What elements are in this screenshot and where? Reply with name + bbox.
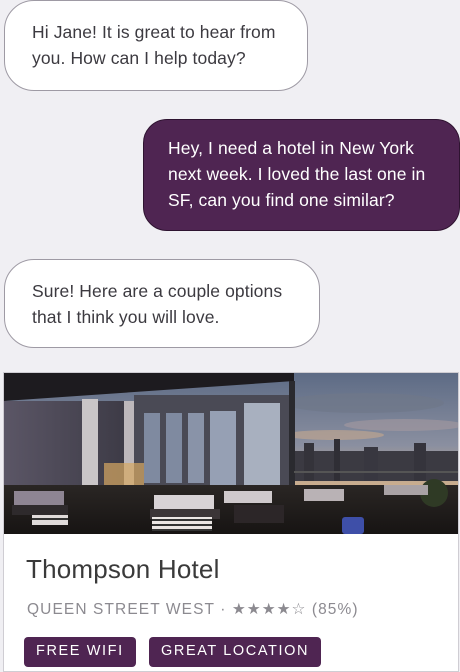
meta-separator: · xyxy=(220,601,227,618)
tag-free-wifi: FREE WIFI xyxy=(24,637,136,667)
message-text-line: Sure! Here are a couple options xyxy=(32,281,283,301)
hotel-photo xyxy=(4,373,458,534)
hotel-card[interactable]: Thompson Hotel QUEEN STREET WEST · ★★★★☆… xyxy=(3,372,459,672)
hotel-name[interactable]: Thompson Hotel xyxy=(26,554,220,585)
message-text-line: SF, can you find one similar? xyxy=(168,190,395,210)
assistant-message-bubble: Sure! Here are a couple options that I t… xyxy=(4,259,320,348)
hotel-meta: QUEEN STREET WEST · ★★★★☆ (85%) xyxy=(27,600,359,619)
message-text-line: Hi Jane! It is great to hear from xyxy=(32,22,276,42)
hotel-location: QUEEN STREET WEST xyxy=(27,601,215,618)
message-text-line: next week. I loved the last one in xyxy=(168,164,426,184)
user-message-bubble: Hey, I need a hotel in New York next wee… xyxy=(143,119,460,231)
star-rating-icon: ★★★★☆ xyxy=(231,601,307,618)
tag-great-location: GREAT LOCATION xyxy=(149,637,322,667)
message-text-line: Hey, I need a hotel in New York xyxy=(168,138,414,158)
message-text-line: you. How can I help today? xyxy=(32,48,246,68)
assistant-message-bubble: Hi Jane! It is great to hear from you. H… xyxy=(4,0,308,91)
message-text-line: that I think you will love. xyxy=(32,307,220,327)
hotel-score: (85%) xyxy=(311,601,359,618)
